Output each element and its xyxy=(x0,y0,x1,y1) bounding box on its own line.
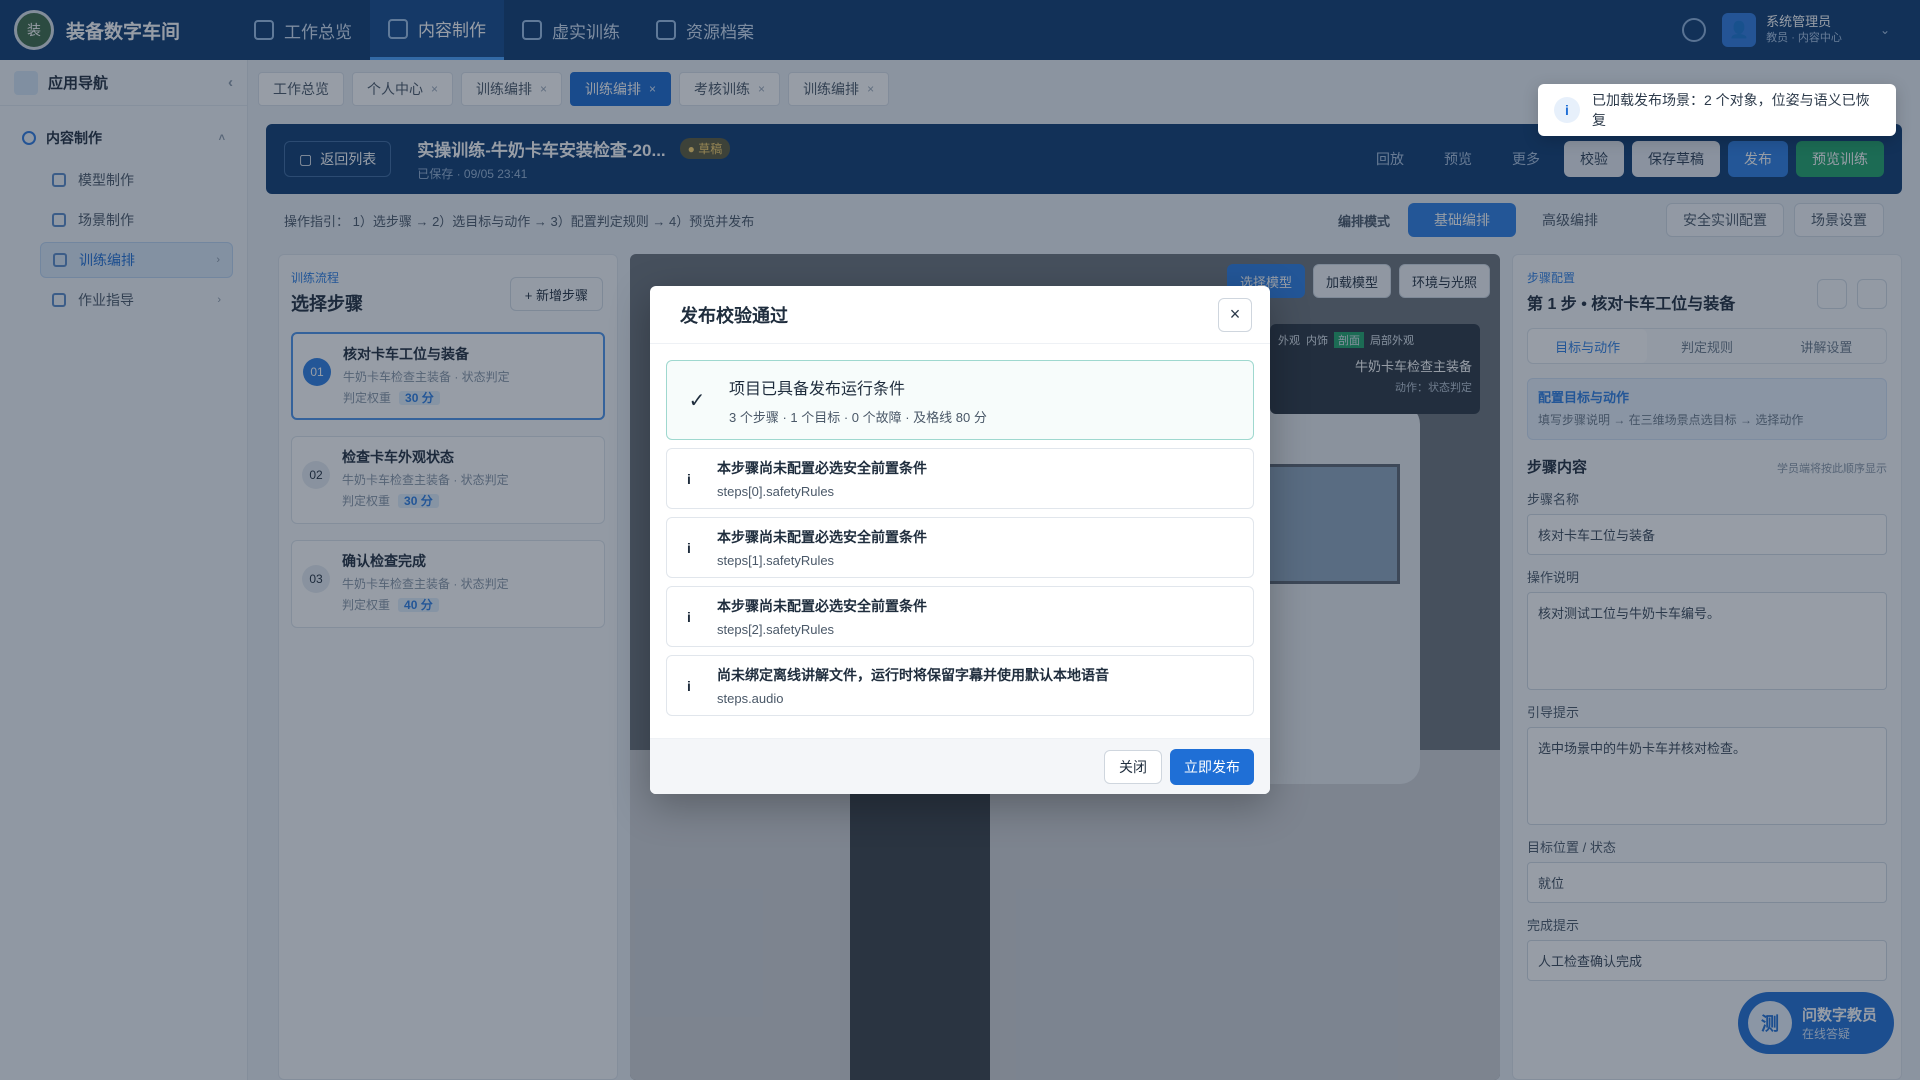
info-icon: i xyxy=(687,539,691,556)
check-icon: ✓ xyxy=(688,389,706,412)
issue-path: steps[2].safetyRules xyxy=(717,622,835,637)
validation-issue: i 本步骤尚未配置必选安全前置条件 steps[2].safetyRules xyxy=(666,586,1254,647)
success-summary: 3 个步骤 · 1 个目标 · 0 个故障 · 及格线 80 分 xyxy=(729,409,987,425)
success-title: 项目已具备发布运行条件 xyxy=(729,380,906,398)
publish-now-button[interactable]: 立即发布 xyxy=(1170,748,1254,785)
issue-text: 本步骤尚未配置必选安全前置条件 steps[2].safetyRules xyxy=(717,596,927,637)
issue-path: steps[0].safetyRules xyxy=(717,484,835,499)
issue-message: 本步骤尚未配置必选安全前置条件 xyxy=(717,529,927,545)
validation-issue: i 尚未绑定离线讲解文件，运行时将保留字幕并使用默认本地语音 steps.aud… xyxy=(666,655,1254,716)
close-button[interactable]: 关闭 xyxy=(1104,749,1162,784)
toast-message: 已加载发布场景：2 个对象，位姿与语义已恢复 xyxy=(1592,92,1870,128)
dialog-title: 发布校验通过 xyxy=(680,305,788,326)
issue-path: steps[1].safetyRules xyxy=(717,553,835,568)
info-icon: i xyxy=(1554,97,1580,123)
publish-validation-dialog: 发布校验通过 × ✓ 项目已具备发布运行条件 3 个步骤 · 1 个目标 · 0… xyxy=(650,286,1270,794)
dialog-footer: 关闭 立即发布 xyxy=(650,738,1270,794)
dialog-body: ✓ 项目已具备发布运行条件 3 个步骤 · 1 个目标 · 0 个故障 · 及格… xyxy=(650,344,1270,716)
validation-issue: i 本步骤尚未配置必选安全前置条件 steps[1].safetyRules xyxy=(666,517,1254,578)
info-icon: i xyxy=(687,470,691,487)
dialog-header: 发布校验通过 × xyxy=(650,286,1270,344)
issue-path: steps.audio xyxy=(717,691,784,706)
close-icon[interactable]: × xyxy=(1218,297,1252,332)
info-icon: i xyxy=(687,677,691,694)
validation-success-box: ✓ 项目已具备发布运行条件 3 个步骤 · 1 个目标 · 0 个故障 · 及格… xyxy=(666,360,1254,440)
issue-text: 尚未绑定离线讲解文件，运行时将保留字幕并使用默认本地语音 steps.audio xyxy=(717,665,1109,706)
issue-message: 本步骤尚未配置必选安全前置条件 xyxy=(717,460,927,476)
validation-issue: i 本步骤尚未配置必选安全前置条件 steps[0].safetyRules xyxy=(666,448,1254,509)
toast-notification: i 已加载发布场景：2 个对象，位姿与语义已恢复 xyxy=(1538,84,1896,136)
success-text: 项目已具备发布运行条件 3 个步骤 · 1 个目标 · 0 个故障 · 及格线 … xyxy=(729,375,987,426)
issue-message: 尚未绑定离线讲解文件，运行时将保留字幕并使用默认本地语音 xyxy=(717,667,1109,683)
issue-text: 本步骤尚未配置必选安全前置条件 steps[0].safetyRules xyxy=(717,458,927,499)
info-icon: i xyxy=(687,608,691,625)
issue-message: 本步骤尚未配置必选安全前置条件 xyxy=(717,598,927,614)
issue-text: 本步骤尚未配置必选安全前置条件 steps[1].safetyRules xyxy=(717,527,927,568)
